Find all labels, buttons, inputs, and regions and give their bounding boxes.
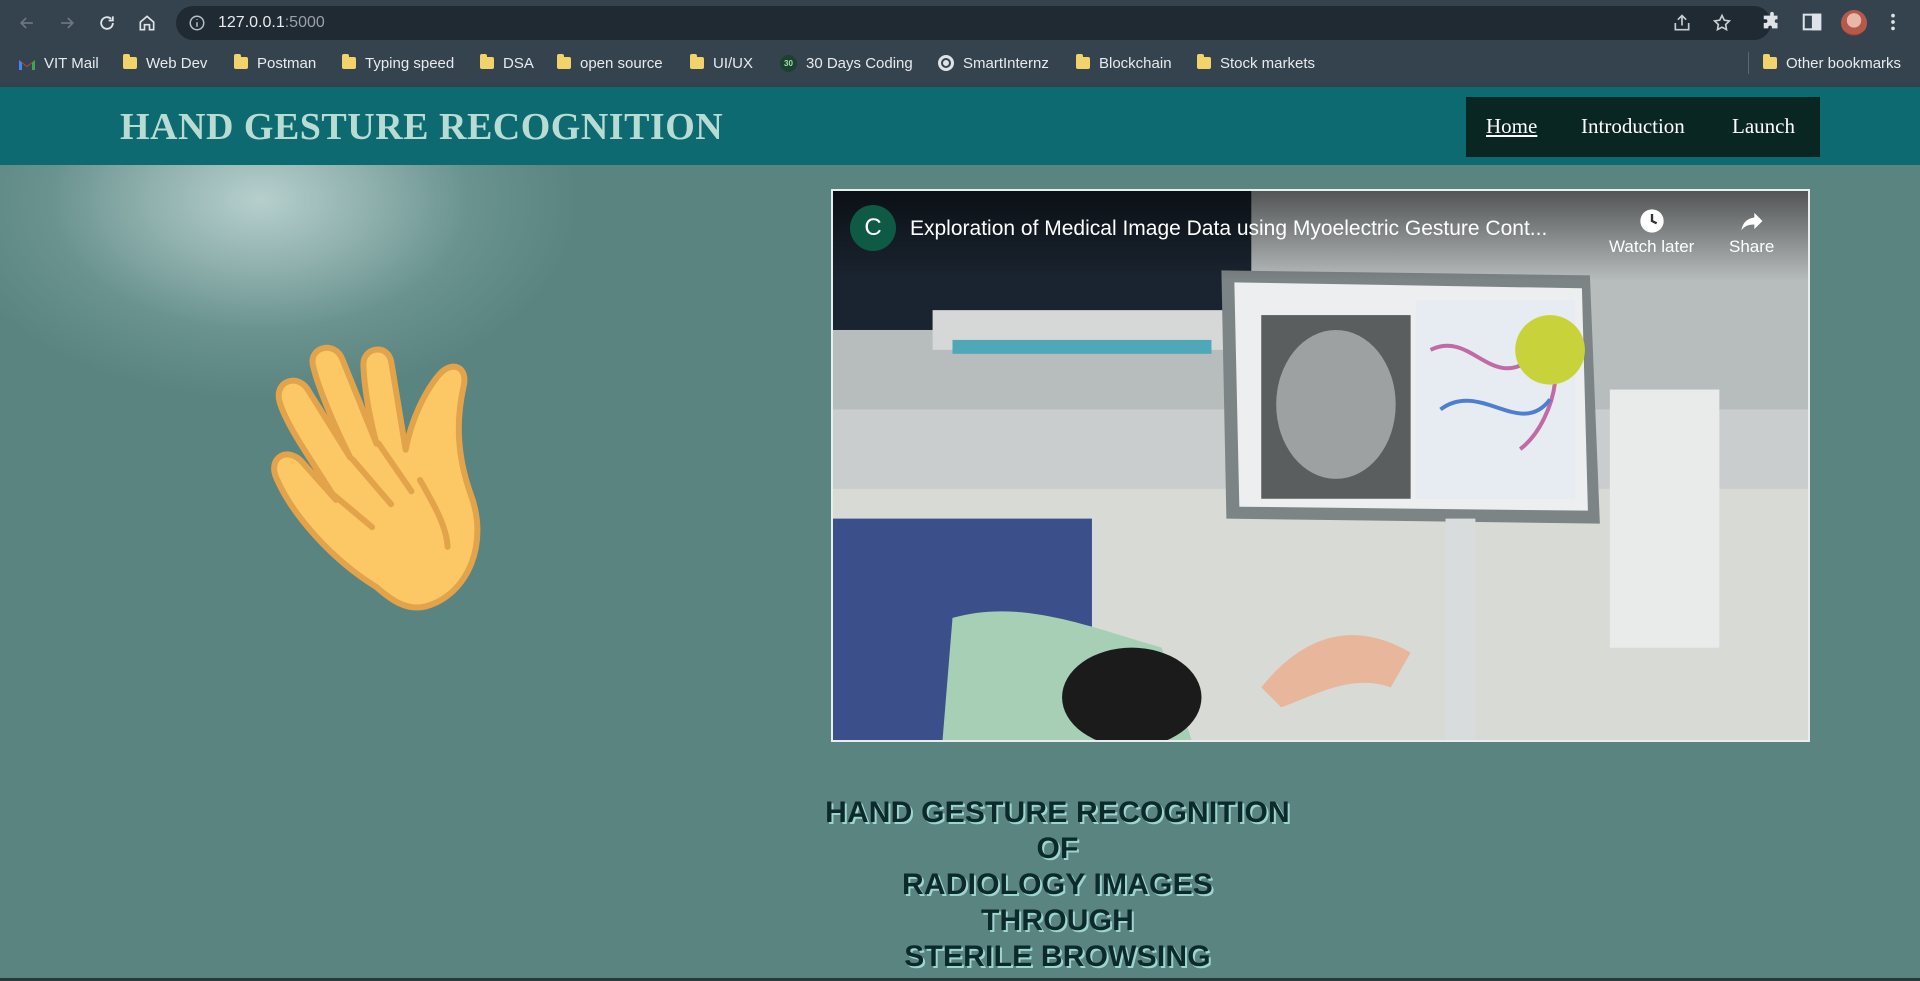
- bookmarks-bar: VIT Mail Web Dev Postman Typing speed DS…: [0, 46, 1920, 80]
- bookmark-30-days-coding[interactable]: 30 30 Days Coding: [780, 52, 913, 74]
- folder-icon: [1197, 54, 1211, 69]
- bookmark-smartinternz[interactable]: SmartInternz: [938, 52, 1049, 74]
- bookmark-postman[interactable]: Postman: [234, 52, 316, 74]
- folder-icon: [1763, 54, 1777, 69]
- extensions-icon[interactable]: [1761, 11, 1783, 33]
- page-tagline: HAND GESTURE RECOGNITION OF RADIOLOGY IM…: [700, 795, 1415, 975]
- watch-later-label: Watch later: [1609, 237, 1695, 256]
- main-content: C Exploration of Medical Image Data usin…: [0, 165, 1920, 981]
- forward-icon[interactable]: [53, 9, 81, 37]
- bookmark-label: Web Dev: [146, 54, 208, 72]
- folder-icon: [690, 54, 704, 69]
- share-page-icon[interactable]: [1672, 13, 1692, 33]
- url-host: 127.0.0.1: [218, 14, 285, 31]
- bookmark-label: VIT Mail: [44, 54, 99, 72]
- menu-kebab-icon[interactable]: [1882, 11, 1904, 33]
- tagline-line: HAND GESTURE RECOGNITION: [825, 796, 1290, 829]
- home-icon[interactable]: [133, 9, 161, 37]
- tagline-line: THROUGH: [980, 904, 1135, 937]
- share-video-button[interactable]: Share: [1729, 207, 1774, 257]
- bookmark-label: open source: [580, 54, 663, 72]
- folder-icon: [234, 54, 248, 69]
- bookmark-dsa[interactable]: DSA: [480, 52, 534, 74]
- bookmark-stock-markets[interactable]: Stock markets: [1197, 52, 1315, 74]
- video-title-bar: C Exploration of Medical Image Data usin…: [833, 191, 1808, 281]
- bookmark-open-source[interactable]: open source: [557, 52, 663, 74]
- site-info-icon[interactable]: [188, 14, 206, 32]
- clock-icon: [1640, 209, 1664, 233]
- watch-later-button[interactable]: Watch later: [1609, 207, 1694, 257]
- gmail-icon: [19, 57, 35, 70]
- channel-avatar[interactable]: C: [850, 205, 896, 251]
- folder-icon: [557, 54, 571, 69]
- bookmarks-divider: [1748, 52, 1749, 74]
- video-embed[interactable]: C Exploration of Medical Image Data usin…: [831, 189, 1810, 742]
- bookmark-label: Other bookmarks: [1786, 54, 1902, 72]
- tagline-line: OF: [1036, 832, 1079, 865]
- bookmark-blockchain[interactable]: Blockchain: [1076, 52, 1172, 74]
- bookmark-label: Blockchain: [1099, 54, 1172, 72]
- waving-hand-icon: [271, 344, 481, 611]
- bookmark-star-icon[interactable]: [1712, 13, 1732, 33]
- tagline-line: RADIOLOGY IMAGES: [901, 868, 1213, 901]
- bookmark-ui-ux[interactable]: UI/UX: [690, 52, 753, 74]
- url-port: :5000: [284, 14, 325, 31]
- bookmark-label: Postman: [257, 54, 317, 72]
- bookmark-vit-mail[interactable]: VIT Mail: [19, 52, 99, 74]
- bookmark-other-bookmarks[interactable]: Other bookmarks: [1763, 52, 1901, 74]
- profile-avatar[interactable]: [1841, 10, 1867, 36]
- address-bar[interactable]: 127.0.0.1:5000: [176, 6, 1771, 40]
- tagline-line: STERILE BROWSING: [904, 940, 1211, 973]
- globe-icon: [938, 55, 954, 71]
- folder-icon: [123, 54, 137, 69]
- bookmark-typing-speed[interactable]: Typing speed: [342, 52, 454, 74]
- browser-toolbar: 127.0.0.1:5000: [0, 0, 1920, 46]
- bookmark-label: UI/UX: [713, 54, 754, 72]
- browser-chrome: 127.0.0.1:5000 VIT Mail Web Dev Postman …: [0, 0, 1920, 87]
- share-label: Share: [1729, 237, 1775, 256]
- folder-icon: [480, 54, 494, 69]
- side-panel-icon[interactable]: [1801, 11, 1823, 33]
- site-title: HAND GESTURE RECOGNITION: [120, 106, 724, 148]
- bookmark-label: SmartInternz: [963, 54, 1049, 72]
- nav-introduction-link[interactable]: Introduction: [1581, 114, 1685, 139]
- back-icon[interactable]: [13, 9, 41, 37]
- site-nav: Home Introduction Launch: [1466, 97, 1820, 157]
- bookmark-label: Stock markets: [1220, 54, 1316, 72]
- bookmark-label: 30 Days Coding: [806, 54, 913, 72]
- share-arrow-icon: [1741, 212, 1763, 231]
- bookmark-label: Typing speed: [365, 54, 455, 72]
- reload-icon[interactable]: [93, 9, 121, 37]
- bookmark-web-dev[interactable]: Web Dev: [123, 52, 207, 74]
- folder-icon: [1076, 54, 1090, 69]
- site-header: HAND GESTURE RECOGNITION Home Introducti…: [0, 87, 1920, 165]
- url-text[interactable]: 127.0.0.1:5000: [218, 14, 325, 32]
- video-title[interactable]: Exploration of Medical Image Data using …: [910, 217, 1547, 241]
- folder-icon: [342, 54, 356, 69]
- badge-icon: 30: [780, 54, 797, 72]
- nav-home-link[interactable]: Home: [1486, 114, 1537, 139]
- bookmark-label: DSA: [503, 54, 534, 72]
- nav-launch-link[interactable]: Launch: [1732, 114, 1795, 139]
